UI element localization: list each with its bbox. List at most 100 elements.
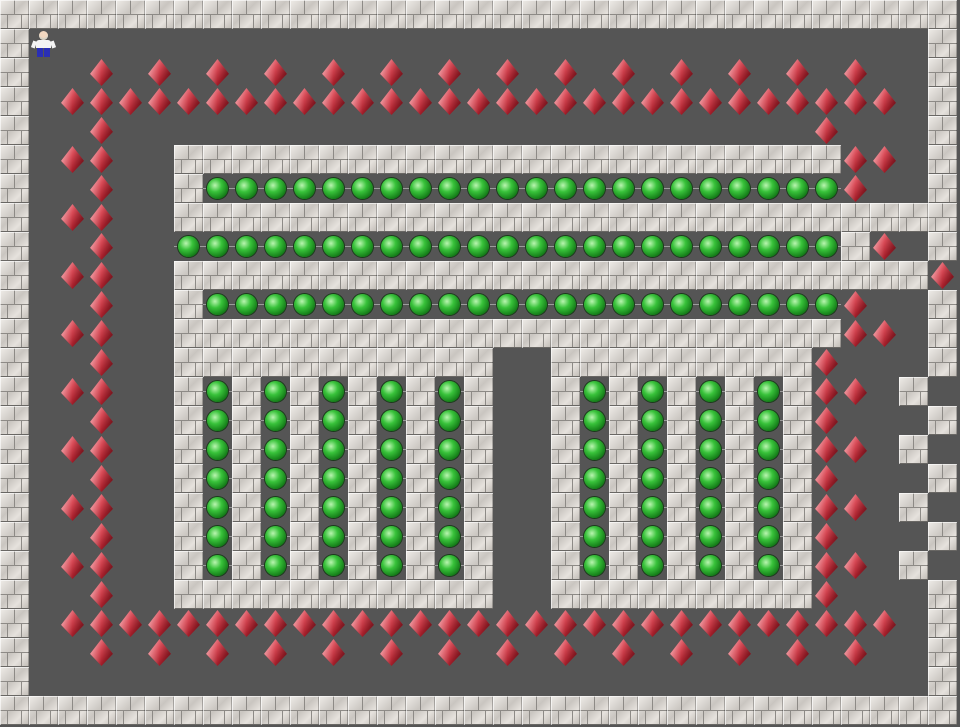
gem-box[interactable] (667, 609, 696, 638)
goal-tile[interactable] (377, 290, 406, 319)
goal-tile[interactable] (464, 290, 493, 319)
gem-box[interactable] (87, 580, 116, 609)
gem-box[interactable] (319, 638, 348, 667)
gem-box[interactable] (812, 87, 841, 116)
gem-box[interactable] (261, 87, 290, 116)
goal-tile[interactable] (377, 232, 406, 261)
gem-box[interactable] (812, 580, 841, 609)
goal-tile[interactable] (261, 377, 290, 406)
gem-box[interactable] (261, 58, 290, 87)
gem-box[interactable] (464, 609, 493, 638)
gem-box[interactable] (638, 87, 667, 116)
gem-box[interactable] (580, 87, 609, 116)
goal-tile[interactable] (754, 377, 783, 406)
gem-box[interactable] (551, 609, 580, 638)
gem-box[interactable] (609, 638, 638, 667)
gem-box[interactable] (87, 203, 116, 232)
gem-box[interactable] (145, 58, 174, 87)
gem-box[interactable] (87, 638, 116, 667)
goal-tile[interactable] (580, 174, 609, 203)
goal-tile[interactable] (580, 435, 609, 464)
gem-box[interactable] (87, 261, 116, 290)
gem-box[interactable] (87, 522, 116, 551)
gem-box[interactable] (783, 58, 812, 87)
gem-box[interactable] (377, 638, 406, 667)
gem-box[interactable] (812, 464, 841, 493)
gem-box[interactable] (58, 609, 87, 638)
goal-tile[interactable] (754, 435, 783, 464)
goal-tile[interactable] (696, 493, 725, 522)
gem-box[interactable] (493, 58, 522, 87)
gem-box[interactable] (377, 609, 406, 638)
goal-tile[interactable] (551, 174, 580, 203)
goal-tile[interactable] (435, 406, 464, 435)
gem-box[interactable] (87, 435, 116, 464)
gem-box[interactable] (841, 319, 870, 348)
gem-box[interactable] (87, 493, 116, 522)
goal-tile[interactable] (580, 522, 609, 551)
goal-tile[interactable] (348, 232, 377, 261)
goal-tile[interactable] (319, 406, 348, 435)
gem-box[interactable] (87, 464, 116, 493)
goal-tile[interactable] (232, 174, 261, 203)
goal-tile[interactable] (435, 232, 464, 261)
goal-tile[interactable] (203, 232, 232, 261)
goal-tile[interactable] (290, 232, 319, 261)
goal-tile[interactable] (261, 551, 290, 580)
goal-tile[interactable] (638, 464, 667, 493)
gem-box[interactable] (841, 290, 870, 319)
goal-tile[interactable] (261, 464, 290, 493)
gem-box[interactable] (435, 609, 464, 638)
gem-box[interactable] (406, 87, 435, 116)
gem-box[interactable] (261, 638, 290, 667)
goal-tile[interactable] (638, 290, 667, 319)
gem-box[interactable] (812, 522, 841, 551)
gem-box[interactable] (145, 638, 174, 667)
goal-tile[interactable] (696, 406, 725, 435)
goal-tile[interactable] (754, 551, 783, 580)
gem-box[interactable] (841, 551, 870, 580)
goal-tile[interactable] (638, 493, 667, 522)
gem-box[interactable] (87, 609, 116, 638)
gem-box[interactable] (58, 203, 87, 232)
gem-box[interactable] (667, 638, 696, 667)
gem-box[interactable] (493, 609, 522, 638)
goal-tile[interactable] (696, 377, 725, 406)
gem-box[interactable] (348, 609, 377, 638)
goal-tile[interactable] (290, 174, 319, 203)
gem-box[interactable] (870, 87, 899, 116)
goal-tile[interactable] (203, 406, 232, 435)
goal-tile[interactable] (348, 290, 377, 319)
gem-box[interactable] (812, 116, 841, 145)
goal-tile[interactable] (203, 464, 232, 493)
gem-box[interactable] (435, 87, 464, 116)
goal-tile[interactable] (696, 435, 725, 464)
goal-tile[interactable] (435, 377, 464, 406)
goal-tile[interactable] (435, 464, 464, 493)
player-character[interactable] (29, 29, 58, 58)
gem-box[interactable] (58, 377, 87, 406)
gem-box[interactable] (87, 232, 116, 261)
goal-tile[interactable] (754, 406, 783, 435)
gem-box[interactable] (58, 319, 87, 348)
gem-box[interactable] (551, 638, 580, 667)
gem-box[interactable] (87, 116, 116, 145)
goal-tile[interactable] (493, 174, 522, 203)
goal-tile[interactable] (493, 232, 522, 261)
gem-box[interactable] (580, 609, 609, 638)
gem-box[interactable] (812, 435, 841, 464)
goal-tile[interactable] (580, 493, 609, 522)
gem-box[interactable] (609, 87, 638, 116)
goal-tile[interactable] (696, 174, 725, 203)
goal-tile[interactable] (638, 522, 667, 551)
gem-box[interactable] (841, 174, 870, 203)
gem-box[interactable] (203, 87, 232, 116)
gem-box[interactable] (203, 609, 232, 638)
goal-tile[interactable] (609, 290, 638, 319)
goal-tile[interactable] (203, 435, 232, 464)
gem-box[interactable] (551, 58, 580, 87)
gem-box[interactable] (87, 290, 116, 319)
goal-tile[interactable] (522, 174, 551, 203)
goal-tile[interactable] (812, 232, 841, 261)
gem-box[interactable] (522, 609, 551, 638)
